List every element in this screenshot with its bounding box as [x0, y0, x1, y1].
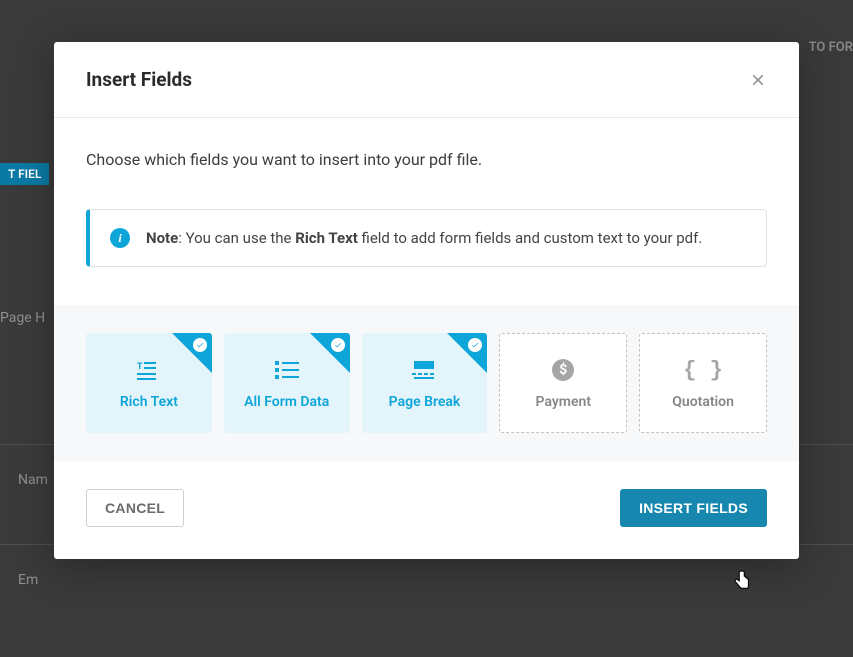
cancel-button[interactable]: CANCEL	[86, 489, 184, 527]
bg-text: TO FOR	[809, 40, 853, 55]
quotation-icon: { }	[683, 356, 723, 384]
check-icon	[193, 338, 207, 352]
note-box: i Note: You can use the Rich Text field …	[86, 209, 767, 267]
field-card-all-form-data[interactable]: All Form Data	[224, 333, 350, 433]
info-icon: i	[110, 228, 130, 248]
page-break-icon	[412, 356, 436, 384]
card-label: Payment	[536, 394, 592, 410]
svg-text:T: T	[137, 362, 143, 372]
check-icon	[331, 338, 345, 352]
selected-badge	[310, 333, 350, 373]
field-card-payment[interactable]: $ Payment	[499, 333, 627, 433]
note-text: Note: You can use the Rich Text field to…	[146, 229, 702, 247]
modal-body: Choose which fields you want to insert i…	[54, 118, 799, 461]
field-card-quotation[interactable]: { } Quotation	[639, 333, 767, 433]
insert-fields-modal: Insert Fields Choose which fields you wa…	[54, 42, 799, 559]
selected-badge	[172, 333, 212, 373]
close-icon[interactable]	[749, 71, 767, 89]
modal-header: Insert Fields	[54, 42, 799, 118]
insert-fields-button[interactable]: INSERT FIELDS	[620, 489, 767, 527]
field-card-page-break[interactable]: Page Break	[362, 333, 488, 433]
bg-text: Page H	[0, 310, 45, 326]
bg-text: Em	[18, 572, 38, 588]
field-cards-container: T Rich Text	[54, 305, 799, 461]
selected-badge	[447, 333, 487, 373]
bg-text: Nam	[18, 472, 48, 488]
card-label: All Form Data	[244, 394, 329, 410]
instruction-text: Choose which fields you want to insert i…	[86, 150, 767, 169]
card-label: Rich Text	[120, 394, 178, 410]
card-label: Quotation	[672, 394, 734, 410]
payment-icon: $	[552, 356, 574, 384]
list-icon	[275, 356, 299, 384]
rich-text-icon: T	[137, 356, 161, 384]
modal-title: Insert Fields	[86, 68, 192, 91]
cursor-pointer-icon	[731, 569, 753, 595]
modal-footer: CANCEL INSERT FIELDS	[54, 461, 799, 559]
card-label: Page Break	[389, 394, 461, 410]
bg-badge: T FIEL	[0, 163, 49, 185]
field-card-rich-text[interactable]: T Rich Text	[86, 333, 212, 433]
field-cards-row: T Rich Text	[86, 333, 767, 433]
